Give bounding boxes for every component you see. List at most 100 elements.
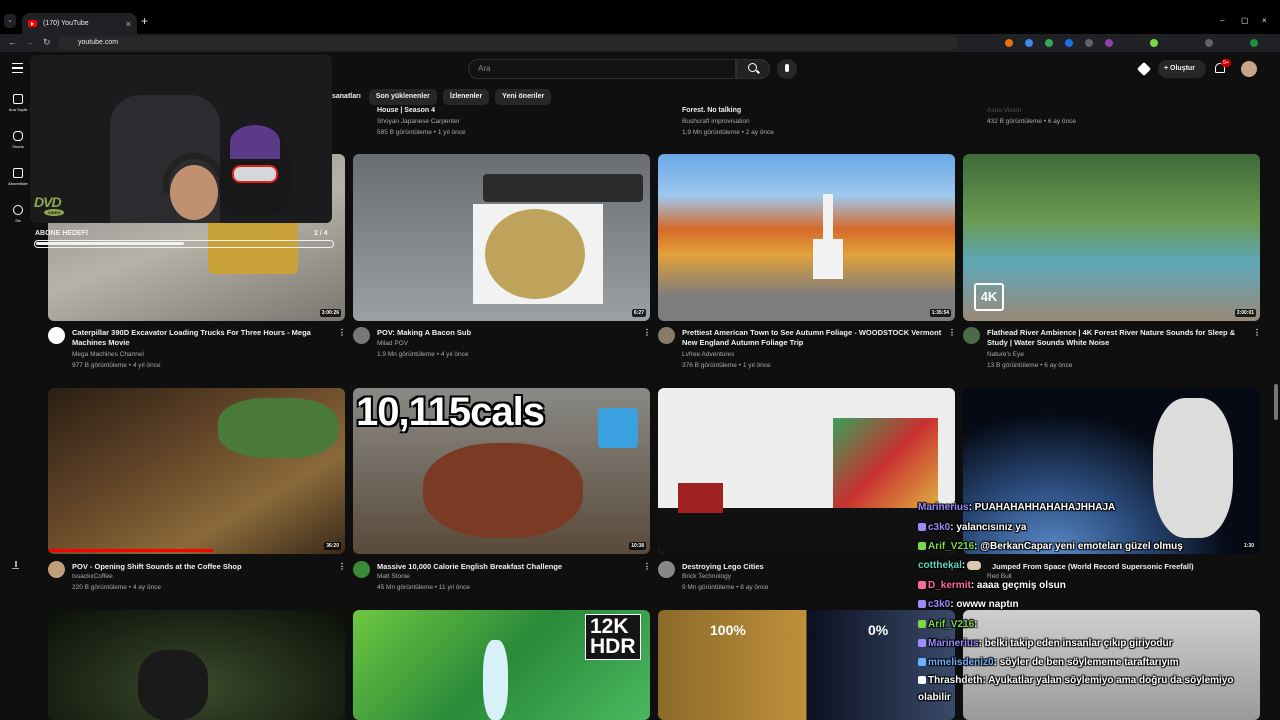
channel-name[interactable]: Lvfree Adventures [682,351,734,358]
reload-button[interactable]: ↻ [43,37,51,48]
chat-username[interactable]: D_kermit [928,580,971,591]
channel-name[interactable]: Asuo Vision [987,107,1021,114]
profile-icon[interactable] [1250,39,1258,47]
channel-name[interactable]: Matt Stonie [377,573,410,580]
video-title[interactable]: Caterpillar 390D Excavator Loading Truck… [72,328,327,348]
chat-badge-icon [918,581,926,590]
extension-icon[interactable] [1150,39,1158,47]
chat-username[interactable]: Marinerius [928,638,979,649]
channel-name[interactable]: Milad POV [377,340,408,347]
chat-message: Arif_V216: [918,619,977,630]
video-thumbnail[interactable] [48,610,345,720]
video-title[interactable]: POV: Making A Bacon Sub [377,328,632,338]
create-button[interactable]: + Oluştur [1158,60,1206,78]
video-thumbnail[interactable] [658,388,955,554]
chat-text: : @BerkanCapar yeni emoteları güzel olmu… [974,541,1183,552]
chat-username[interactable]: Arif_V216 [928,541,974,552]
video-thumbnail[interactable]: 36:20 [48,388,345,554]
channel-name[interactable]: Red Bull [987,573,1012,580]
extension-icon[interactable] [1065,39,1073,47]
video-thumbnail[interactable]: 6:27 [353,154,650,321]
close-window-button[interactable]: × [1262,16,1267,25]
forward-button[interactable]: → [25,37,34,47]
video-title[interactable]: POV - Opening Shift Sounds at the Coffee… [72,562,327,572]
more-options-icon[interactable]: ⋮ [338,328,346,337]
sidebar-item-subscriptions[interactable]: Abonelikler [4,168,32,186]
more-options-icon[interactable]: ⋮ [1253,328,1261,337]
channel-name[interactable]: Bushcraft improvisation [682,118,750,125]
more-options-icon[interactable]: ⋮ [643,328,651,337]
video-duration: 10:38 [629,542,646,550]
chat-username[interactable]: mmelisdeniz0 [928,657,994,668]
video-title[interactable]: House | Season 4 [377,106,435,116]
video-title[interactable]: Jumped From Space (World Record Superson… [992,562,1247,572]
shorts-icon [13,131,23,141]
sidebar-item-shorts[interactable]: Shorts [4,131,32,149]
chat-username[interactable]: c3k0 [928,599,950,610]
channel-avatar[interactable] [353,561,370,578]
dvd-logo: DVD [34,194,62,210]
channel-avatar[interactable] [48,561,65,578]
channel-name[interactable]: Brick Technology [682,573,731,580]
video-thumbnail[interactable] [658,610,955,720]
chip-watched[interactable]: İzlenenler [442,89,490,105]
channel-avatar[interactable] [658,327,675,344]
browser-tab-youtube[interactable]: (170) YouTube × [22,13,137,34]
chip-recent-uploads[interactable]: Son yüklenenler [368,89,437,105]
extension-icon[interactable] [1025,39,1033,47]
chat-username[interactable]: Marinerius [918,502,969,513]
voice-search-icon[interactable] [777,59,797,79]
chat-username[interactable]: cotthekal [918,560,962,571]
extension-icon[interactable] [1105,39,1113,47]
channel-avatar[interactable] [658,561,675,578]
chip-new-to-you[interactable]: Yeni öneriler [495,89,552,105]
video-title[interactable]: Destroying Lego Cities [682,562,937,572]
video-title[interactable]: Massive 10,000 Calorie English Breakfast… [377,562,632,572]
search-input[interactable]: Ara [468,59,736,79]
minimize-button[interactable]: – [1220,16,1224,25]
tab-title: (170) YouTube [43,20,89,27]
search-icon[interactable] [748,63,757,72]
sidebar-item-home[interactable]: Ana Sayfa [4,94,32,112]
more-options-icon[interactable]: ⋮ [948,328,956,337]
account-avatar[interactable] [1241,61,1257,77]
back-button[interactable]: ← [8,37,17,47]
chat-username[interactable]: c3k0 [928,522,950,533]
channel-name[interactable]: Mega Machines Channel [72,351,144,358]
video-thumbnail[interactable]: 3:00:01 [963,154,1260,321]
video-thumbnail[interactable]: 1:35:54 [658,154,955,321]
extensions-puzzle-icon[interactable] [1205,39,1213,47]
tab-close-icon[interactable]: × [126,19,131,29]
extension-icon[interactable] [1045,39,1053,47]
hamburger-menu-icon[interactable] [12,63,23,73]
download-icon[interactable] [12,561,19,569]
more-options-icon[interactable]: ⋮ [338,562,346,571]
video-title[interactable]: Forest. No talking [682,106,741,116]
video-meta: 220 B görüntüleme • 4 ay önce [72,584,162,591]
sidebar-item-you[interactable]: Siz [4,205,32,223]
tab-list-button[interactable]: ⌄ [4,14,16,28]
chat-username[interactable]: Arif_V216 [928,619,974,630]
maximize-button[interactable]: ▢ [1241,16,1249,25]
extension-icon[interactable] [1005,39,1013,47]
video-title[interactable]: Prettiest American Town to See Autumn Fo… [682,328,942,348]
video-meta: 376 B görüntüleme • 1 yıl önce [682,362,771,369]
channel-avatar[interactable] [48,327,65,344]
chat-message: cotthekal: [918,560,983,571]
address-bar[interactable]: youtube.com [58,36,958,50]
chat-badge-icon [918,600,926,609]
new-tab-button[interactable]: + [141,14,148,28]
channel-name[interactable]: Nature's Eye [987,351,1024,358]
channel-name[interactable]: IssackxCoffee [72,573,113,580]
channel-avatar[interactable] [963,327,980,344]
channel-name[interactable]: Shoyan Japanese Carpenter [377,118,460,125]
more-options-icon[interactable]: ⋮ [643,562,651,571]
thumbnail-text-100: 100% [710,622,746,638]
page-scrollbar[interactable] [1274,384,1278,420]
chat-username[interactable]: Thrashdeth [928,675,982,686]
channel-avatar[interactable] [353,327,370,344]
video-duration: 1:35:54 [929,309,951,317]
chip-sanatlari[interactable]: sanatları [330,89,363,105]
video-title[interactable]: Flathead River Ambience | 4K Forest Rive… [987,328,1247,348]
extension-icon[interactable] [1085,39,1093,47]
